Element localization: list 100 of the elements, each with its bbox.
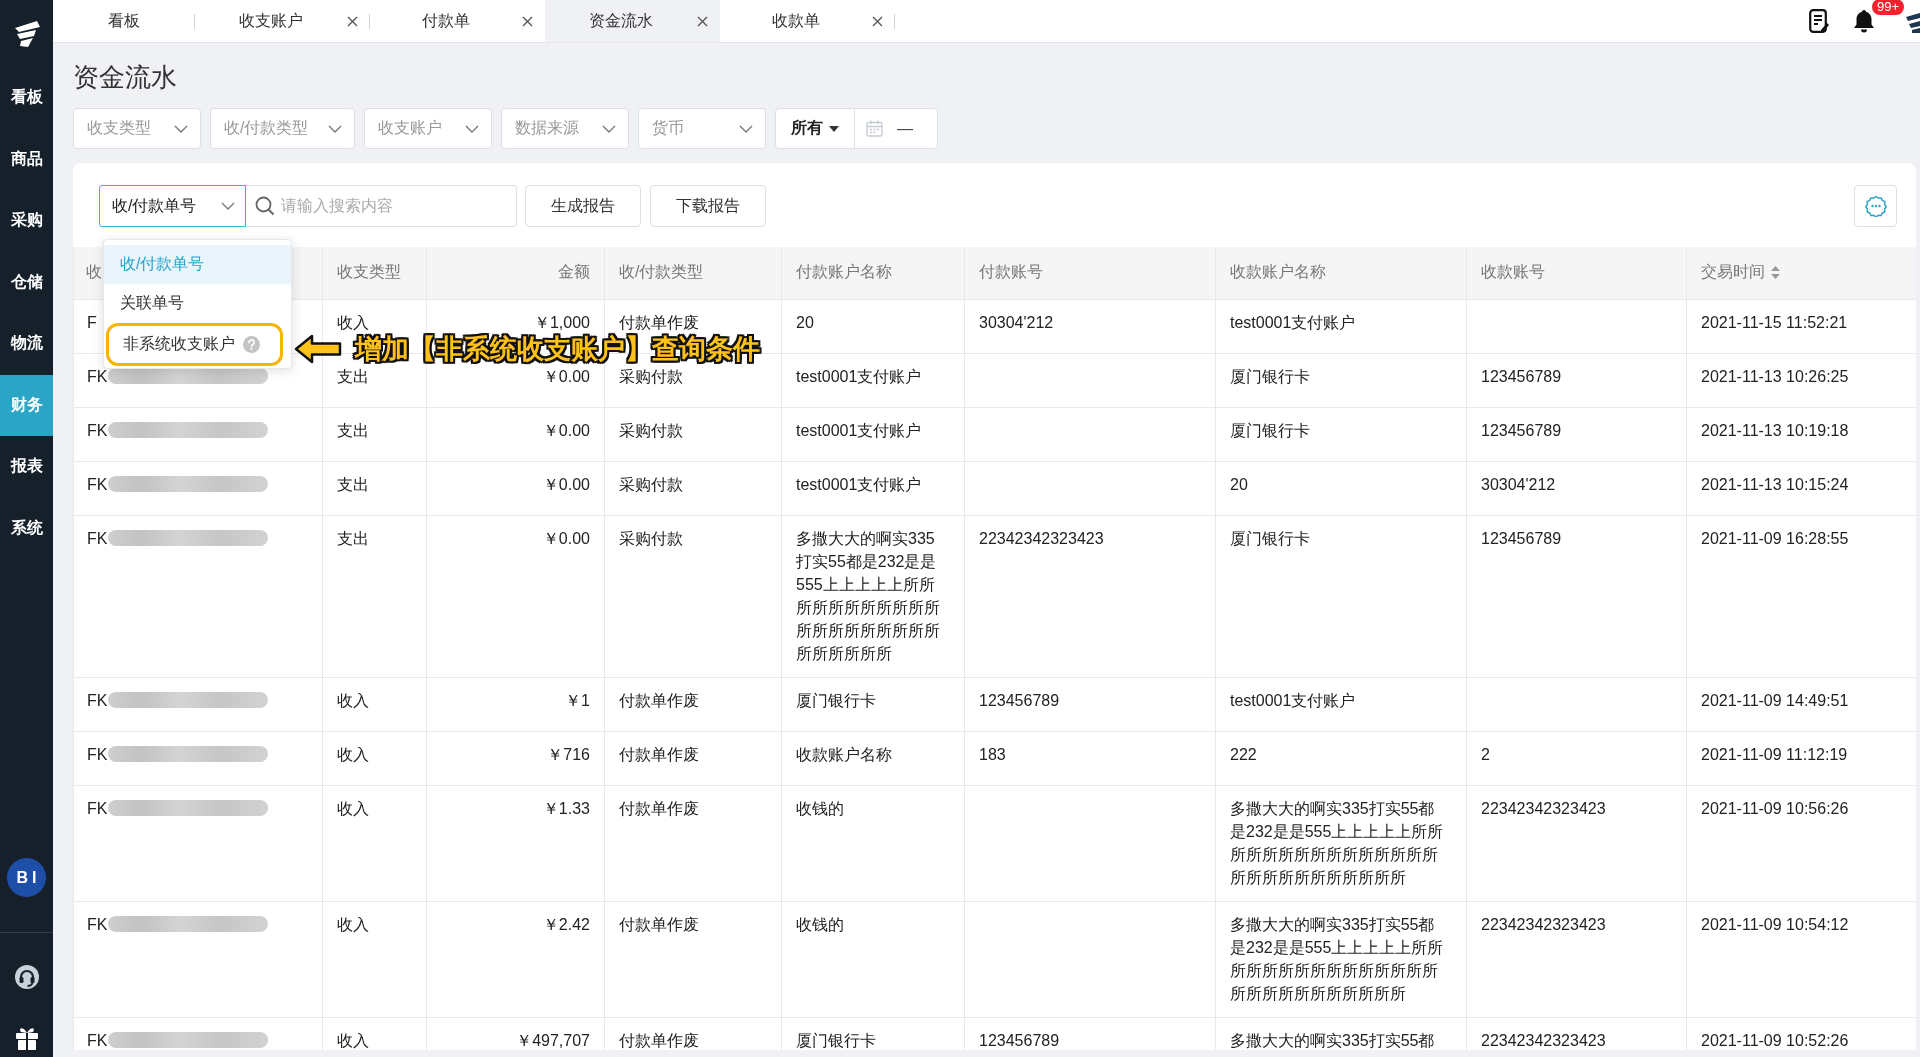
bell-icon[interactable]: [1853, 9, 1875, 33]
page-title: 资金流水: [73, 61, 177, 94]
payee-account-number: 30304'212: [1481, 475, 1556, 493]
payee-account-number: 22342342323423: [1481, 799, 1606, 817]
column-header: 付款账户名称: [796, 262, 892, 283]
amount: ￥0.00: [542, 475, 590, 493]
sidebar-item[interactable]: 采购: [0, 190, 53, 252]
caret-down-icon: [829, 125, 839, 132]
column-header: 收支类型: [337, 262, 401, 283]
column-header: 收款账户名称: [1230, 262, 1326, 283]
sidebar-item[interactable]: 报表: [0, 436, 53, 498]
payee-account-name: 222: [1230, 745, 1257, 763]
order-number: FK: [87, 798, 108, 819]
sidebar-item[interactable]: 仓储: [0, 251, 53, 313]
payee-account-name: 20: [1230, 475, 1248, 493]
payee-account-name: test0001支付账户: [1230, 691, 1356, 709]
payer-account-name: 20: [796, 313, 814, 331]
payer-account-name: test0001支付账户: [796, 475, 922, 493]
payer-account-name: 厦门银行卡: [796, 1031, 876, 1049]
transaction-time: 2021-11-09 11:12:19: [1701, 745, 1848, 763]
payee-account-name: 多撒大大的啊实335打实55都是232是是555上上上上上所所所所所所所所所所所所所所所所所所所所所所所所所所: [1230, 799, 1444, 886]
chevron-down-icon: [328, 124, 342, 133]
sidebar-item[interactable]: 物流: [0, 313, 53, 375]
chevron-down-icon: [174, 124, 188, 133]
transaction-time: 2021-11-09 10:56:26: [1701, 799, 1849, 817]
left-arrow-icon: [294, 334, 342, 364]
payee-account-number: 123456789: [1481, 421, 1562, 439]
payee-account-name: 厦门银行卡: [1230, 421, 1310, 439]
period-select[interactable]: 所有: [776, 109, 855, 148]
order-number: FK: [87, 474, 108, 495]
sidebar-item[interactable]: 商品: [0, 128, 53, 190]
payment-type: 采购付款: [619, 475, 683, 493]
close-icon[interactable]: [347, 15, 358, 27]
search-icon: [255, 196, 275, 216]
close-icon[interactable]: [697, 15, 708, 27]
flow-type: 支出: [337, 421, 369, 439]
sidebar-item[interactable]: 系统: [0, 497, 53, 559]
payment-type: 付款单作废: [619, 313, 699, 331]
payment-type: 采购付款: [619, 421, 683, 439]
payment-type: 采购付款: [619, 529, 683, 547]
dropdown-option[interactable]: 关联单号: [104, 284, 291, 323]
amount: ￥1: [565, 691, 590, 709]
transaction-time: 2021-11-09 16:28:55: [1701, 529, 1849, 547]
document-edit-icon[interactable]: [1809, 9, 1829, 33]
generate-report-button[interactable]: 生成报告: [525, 185, 641, 227]
search-field-select[interactable]: 收/付款单号: [99, 185, 246, 227]
dropdown-option[interactable]: 非系统收支账户: [106, 323, 283, 366]
column-header: 收/付款类型: [619, 262, 704, 283]
payer-account-name: 收款账户名称: [796, 745, 892, 763]
close-icon[interactable]: [522, 15, 533, 27]
settings-button[interactable]: [1854, 185, 1897, 227]
payee-account-name: 厦门银行卡: [1230, 529, 1310, 547]
payee-account-name: 多撒大大的啊实335打实55都是232是是555上上上上上所所所所所所所所所所所所所所所所所所所所所所所所所所: [1230, 915, 1444, 1002]
amount: ￥497,707: [516, 1031, 590, 1049]
amount: ￥1,000: [533, 313, 590, 331]
payment-type: 付款单作废: [619, 799, 699, 817]
tab[interactable]: 资金流水: [545, 0, 720, 42]
calendar-icon: [866, 120, 883, 137]
column-header[interactable]: 交易时间: [1701, 262, 1765, 284]
notification-badge: 99+: [1872, 0, 1905, 15]
annotation-text: 增加【非系统收支账户】查询条件: [355, 335, 760, 363]
flow-type: 收入: [337, 799, 369, 817]
column-header: 收款账号: [1481, 262, 1545, 283]
payer-account-name: 收钱的: [796, 799, 844, 817]
amount: ￥1.33: [542, 799, 590, 817]
chevron-down-icon: [465, 124, 479, 133]
payer-account-name: test0001支付账户: [796, 367, 922, 385]
flow-type: 收入: [337, 1031, 369, 1049]
flow-type: 支出: [337, 529, 369, 547]
search-field[interactable]: 请输入搜索内容: [246, 185, 517, 227]
order-number: FK: [87, 528, 108, 549]
bi-button[interactable]: BI: [7, 858, 46, 897]
tab[interactable]: 收支账户: [195, 0, 370, 42]
sort-icon[interactable]: [1771, 266, 1780, 280]
headset-icon[interactable]: [13, 964, 40, 990]
payer-account-name: test0001支付账户: [796, 421, 922, 439]
close-icon[interactable]: [872, 15, 883, 27]
payment-type: 采购付款: [619, 367, 683, 385]
flow-type: 收入: [337, 691, 369, 709]
download-report-button[interactable]: 下载报告: [650, 185, 766, 227]
payer-account-number: 123456789: [979, 1031, 1060, 1049]
amount: ￥0.00: [542, 529, 590, 547]
tab[interactable]: 收款单: [720, 0, 895, 42]
date-range-field[interactable]: —: [855, 109, 937, 148]
gift-icon[interactable]: [13, 1025, 40, 1051]
amount: ￥0.00: [542, 421, 590, 439]
chevron-down-icon: [221, 202, 235, 210]
payee-account-name: 多撒大大的啊实335打实55都: [1230, 1031, 1435, 1049]
tab[interactable]: 看板: [53, 0, 195, 42]
ellipsis-badge-icon: [1864, 195, 1887, 217]
payee-account-number: 123456789: [1481, 367, 1562, 385]
payment-type: 付款单作废: [619, 745, 699, 763]
order-number: FK: [87, 366, 108, 387]
column-header: 金额: [558, 262, 590, 283]
amount: ￥0.00: [542, 367, 590, 385]
payee-account-name: test0001支付账户: [1230, 313, 1356, 331]
transaction-time: 2021-11-09 10:52:26: [1701, 1031, 1849, 1049]
flow-type: 支出: [337, 367, 369, 385]
sidebar-item[interactable]: 看板: [0, 67, 53, 129]
tab[interactable]: 付款单: [370, 0, 545, 42]
